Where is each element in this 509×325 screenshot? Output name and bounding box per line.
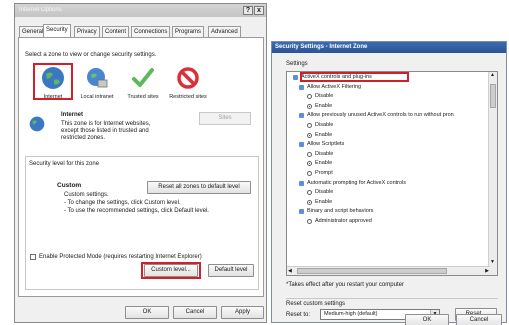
tree-row-label: Allow previously unused ActiveX controls…: [307, 112, 454, 119]
tree-row-label: Allow ActiveX Filtering: [307, 83, 362, 90]
tree-row-label: Disable: [315, 150, 334, 157]
help-button[interactable]: ?: [243, 6, 253, 15]
tab-programs[interactable]: Programs: [172, 26, 205, 37]
tree-row-label: Automatic prompting for ActiveX controls: [307, 179, 407, 186]
tree-row-label: Allow Scriptlets: [307, 141, 345, 148]
radio-selected-icon[interactable]: [307, 199, 312, 205]
security-ok-button[interactable]: OK: [405, 314, 449, 325]
security-cancel-button[interactable]: Cancel: [456, 314, 502, 325]
divider: [286, 298, 498, 299]
scroll-left-icon[interactable]: ◀: [288, 268, 292, 274]
settings-tree[interactable]: ActiveX controls and plug-ins Allow Activ…: [286, 71, 498, 276]
apply-button[interactable]: Apply: [221, 306, 264, 319]
scroll-thumb[interactable]: [490, 84, 496, 108]
tab-privacy[interactable]: Privacy: [74, 26, 100, 37]
security-settings-titlebar: Security Settings - Internet Zone: [272, 42, 506, 53]
protected-mode-label: Enable Protected Mode (requires restarti…: [39, 254, 202, 260]
sites-button[interactable]: Sites: [199, 112, 251, 125]
zone-name: Internet: [61, 112, 84, 118]
custom-title: Custom: [57, 182, 82, 189]
radio-icon[interactable]: [307, 151, 312, 157]
zone-desc-line-3: restricted zones.: [61, 135, 106, 141]
zone-restricted-sites[interactable]: Restricted sites: [166, 66, 210, 101]
security-tab-panel: Select a zone to view or change security…: [18, 37, 264, 297]
radio-icon[interactable]: [307, 190, 312, 196]
restricted-icon: [177, 67, 199, 89]
ok-button[interactable]: OK: [125, 306, 169, 319]
zone-trusted-sites[interactable]: Trusted sites: [121, 66, 165, 101]
radio-selected-icon[interactable]: [307, 161, 312, 167]
cancel-button[interactable]: Cancel: [173, 306, 217, 319]
radio-icon[interactable]: [307, 171, 312, 176]
reset-to-label: Reset to:: [286, 312, 311, 318]
internet-zone-highlight: [33, 63, 73, 100]
security-settings-title: Security Settings - Internet Zone: [275, 44, 368, 50]
scroll-up-icon[interactable]: ▲: [490, 72, 495, 78]
restart-note: *Takes effect after you restart your com…: [286, 282, 404, 288]
zone-label-restricted-sites: Restricted sites: [169, 94, 207, 100]
internet-options-dialog: Internet Options ? x General Security Pr…: [14, 3, 267, 323]
security-settings-dialog: Security Settings - Internet Zone Settin…: [271, 41, 507, 323]
setting-gear-icon: [293, 75, 298, 80]
tree-row-label: Enable: [315, 160, 333, 167]
tree-row-label: Administrator approved: [315, 218, 372, 224]
setting-gear-icon: [299, 113, 304, 119]
reset-all-zones-button[interactable]: Reset all zones to default level: [147, 181, 251, 194]
setting-gear-icon: [299, 84, 304, 90]
tree-row-label: Binary and script behaviors: [307, 208, 374, 215]
setting-gear-icon: [299, 209, 304, 215]
reset-to-value: Medium-high (default): [324, 311, 378, 317]
custom-line-1: Custom settings.: [64, 192, 109, 198]
custom-level-highlight: [141, 262, 201, 279]
radio-icon[interactable]: [307, 123, 312, 128]
zone-label-trusted-sites: Trusted sites: [127, 94, 159, 100]
tree-row-label: Disable: [315, 122, 334, 128]
tree-row-label: Enable: [315, 131, 333, 138]
tree-row-label: Enable: [315, 198, 333, 205]
zone-prompt: Select a zone to view or change security…: [25, 52, 157, 58]
custom-line-3: - To use the recommended settings, click…: [64, 208, 209, 214]
internet-options-title: Internet Options: [19, 7, 62, 13]
checkmark-icon: [132, 68, 154, 87]
security-level-header: Security level for this zone: [29, 161, 100, 167]
reset-custom-label: Reset custom settings: [286, 301, 346, 307]
security-level-group: Security level for this zone Custom Cust…: [25, 156, 259, 290]
radio-selected-icon[interactable]: [307, 132, 312, 138]
custom-line-2: - To change the settings, click Custom l…: [64, 200, 181, 206]
tab-security[interactable]: Security: [43, 24, 71, 37]
scroll-down-icon[interactable]: ▼: [490, 259, 495, 265]
protected-mode-checkbox[interactable]: [30, 254, 36, 260]
close-button[interactable]: x: [254, 6, 264, 15]
settings-label: Settings: [286, 61, 308, 67]
tree-row-label: Disable: [315, 189, 334, 196]
activex-category-highlight: [300, 72, 409, 82]
zone-desc-line-2: except those listed in trusted and: [61, 128, 149, 134]
tree-row-label: Enable: [315, 102, 333, 109]
globe-small-icon: [29, 116, 45, 132]
setting-gear-icon: [299, 180, 304, 186]
tree-row-label: Disable: [315, 93, 334, 100]
scroll-right-icon[interactable]: ▶: [485, 268, 489, 274]
hscroll-thumb[interactable]: [297, 268, 447, 274]
zone-local-intranet[interactable]: Local intranet: [75, 66, 119, 101]
tree-horizontal-scrollbar[interactable]: ◀ ▶: [287, 266, 490, 275]
zone-label-local-intranet: Local intranet: [80, 94, 114, 100]
internet-options-titlebar: Internet Options ? x: [15, 4, 266, 17]
tab-advanced[interactable]: Advanced: [208, 26, 241, 37]
radio-icon[interactable]: [307, 94, 312, 100]
radio-selected-icon[interactable]: [307, 103, 312, 109]
tab-content[interactable]: Content: [102, 26, 130, 37]
tab-connections[interactable]: Connections: [131, 26, 171, 37]
tree-vertical-scrollbar[interactable]: ▲ ▼: [488, 72, 497, 275]
default-level-button[interactable]: Default level: [208, 264, 254, 277]
zone-desc-line-1: This zone is for Internet websites,: [61, 121, 151, 127]
setting-gear-icon: [299, 142, 304, 148]
radio-icon[interactable]: [307, 219, 312, 224]
tree-row-label: Prompt: [315, 170, 333, 176]
intranet-icon: [87, 68, 108, 88]
tab-strip: General Security Privacy Content Connect…: [18, 24, 263, 37]
